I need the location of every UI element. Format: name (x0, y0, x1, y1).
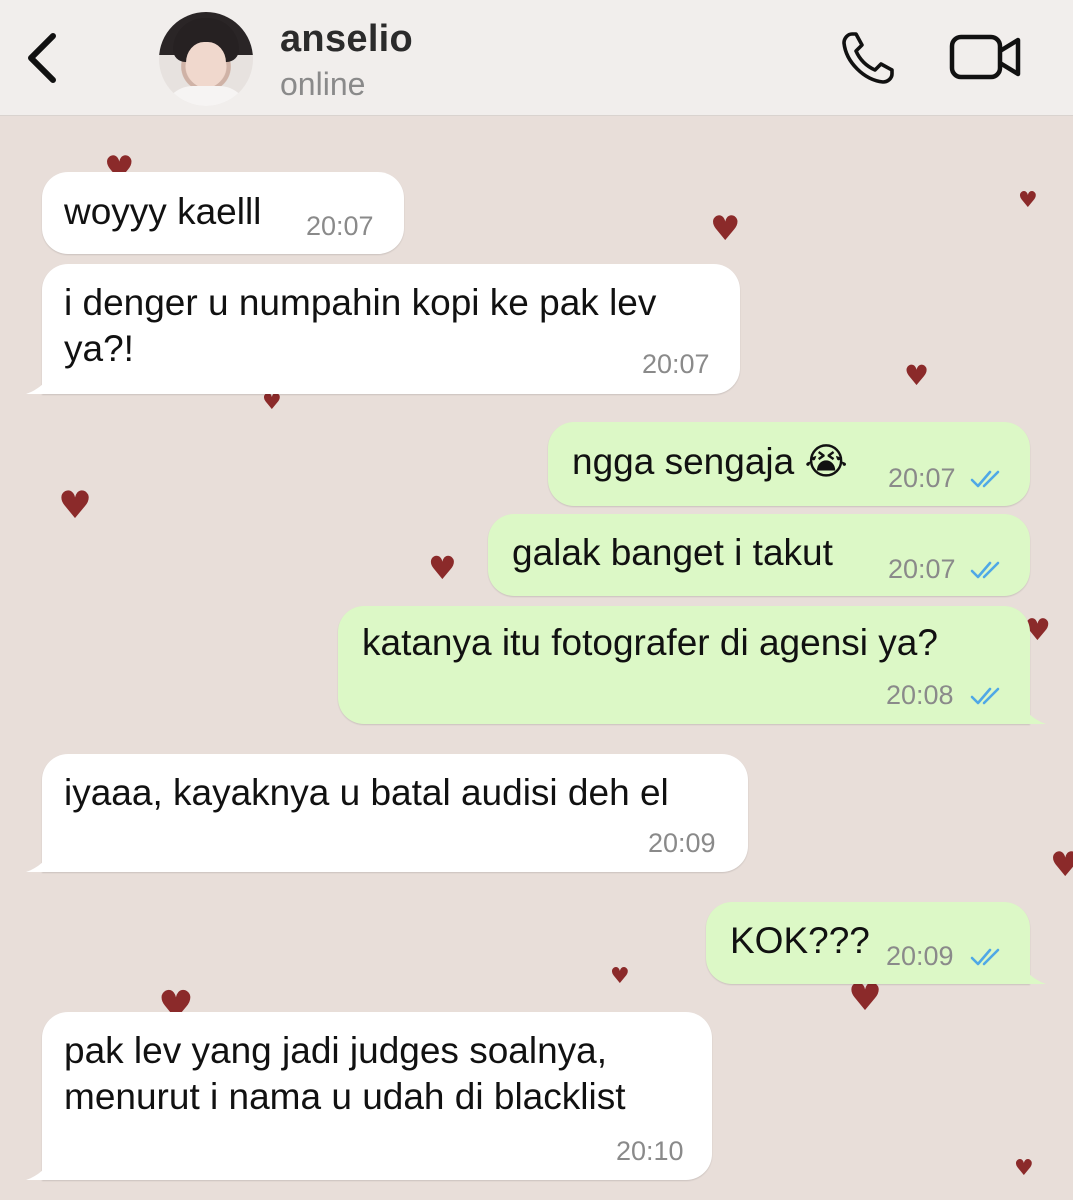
chevron-left-icon (28, 33, 56, 83)
message-bubble-outgoing[interactable]: KOK??? 20:09 (706, 902, 1046, 984)
message-text: iyaaa, kayaknya u batal audisi deh el (64, 772, 669, 813)
message-bubble-incoming[interactable]: pak lev yang jadi judges soalnya, menuru… (26, 1012, 712, 1180)
avatar[interactable] (159, 12, 253, 106)
double-check-icon (970, 470, 1000, 488)
message-bubble-incoming[interactable]: iyaaa, kayaknya u batal audisi deh el 20… (26, 754, 748, 872)
message-time: 20:07 (306, 211, 374, 241)
message-time: 20:10 (616, 1136, 684, 1166)
message-time: 20:07 (642, 349, 710, 379)
message-text: ngga sengaja 😭 (572, 441, 848, 482)
message-time: 20:09 (648, 828, 716, 858)
double-check-icon (970, 687, 1000, 705)
video-camera-icon (949, 34, 1021, 80)
message-text-line: i denger u numpahin kopi ke pak lev (64, 282, 657, 323)
video-call-button[interactable] (948, 32, 1024, 84)
message-bubble-outgoing[interactable]: ngga sengaja 😭 20:07 (548, 422, 1030, 506)
message-text: woyyy kaelll (64, 191, 262, 232)
message-bubble-incoming[interactable]: i denger u numpahin kopi ke pak lev ya?!… (26, 264, 740, 394)
message-text-line: menurut i nama u udah di blacklist (64, 1076, 626, 1117)
message-text: galak banget i takut (512, 532, 833, 573)
heart-icon: ♥ (58, 483, 93, 527)
message-bubble-outgoing[interactable]: galak banget i takut 20:07 (488, 514, 1030, 596)
heart-icon: ♥ (710, 209, 741, 249)
heart-icon: ♥ (1018, 188, 1038, 213)
message-text-line: ya?! (64, 328, 134, 369)
message-bubble-outgoing[interactable]: katanya itu fotografer di agensi ya? 20:… (338, 606, 1046, 724)
double-check-icon (970, 948, 1000, 966)
double-check-icon (970, 561, 1000, 579)
heart-icon: ♥ (1050, 845, 1073, 885)
message-bubble-incoming[interactable]: woyyy kaelll 20:07 (42, 172, 404, 254)
heart-icon: ♥ (428, 549, 457, 587)
message-time: 20:09 (886, 941, 954, 971)
message-text: KOK??? (730, 920, 870, 961)
chat-area[interactable]: ♥ ♥ ♥ ♥ ♥ ♥ ♥ ♥ ♥ ♥ ♥ ♥ ♥ woyyy kaelll 2… (0, 116, 1073, 1200)
contact-status: online (280, 66, 366, 102)
contact-name[interactable]: anselio (280, 18, 413, 61)
heart-icon: ♥ (1014, 1156, 1034, 1181)
heart-icon: ♥ (262, 390, 282, 415)
heart-icon: ♥ (610, 964, 630, 989)
heart-icon: ♥ (904, 359, 930, 392)
chat-header: anselio online (0, 0, 1073, 116)
voice-call-button[interactable] (838, 28, 900, 88)
back-button[interactable] (18, 26, 68, 90)
message-time: 20:08 (886, 680, 954, 710)
phone-icon (842, 32, 894, 84)
message-time: 20:07 (888, 554, 956, 584)
message-text: katanya itu fotografer di agensi ya? (362, 622, 938, 663)
message-text-line: pak lev yang jadi judges soalnya, (64, 1030, 608, 1071)
message-time: 20:07 (888, 463, 956, 493)
